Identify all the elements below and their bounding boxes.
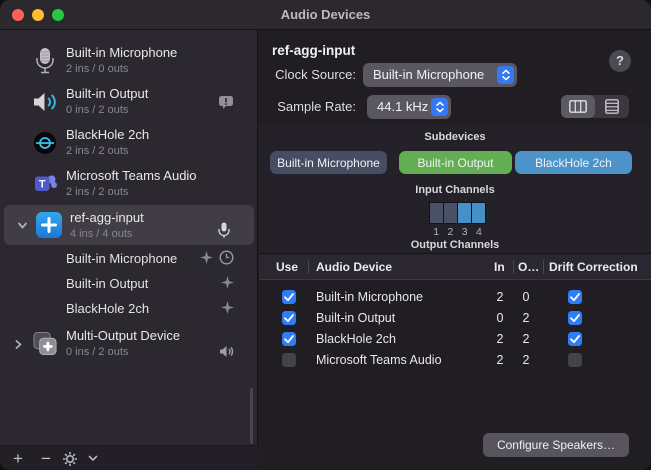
clock-source-select[interactable]: Built-in Microphone [363,63,517,87]
sidebar-subitem-built-in-microphone[interactable]: Built-in Microphone [0,247,258,272]
configure-speakers-button[interactable]: Configure Speakers… [483,433,629,457]
use-checkbox[interactable] [282,332,296,346]
sidebar-subitem-built-in-output[interactable]: Built-in Output [0,272,258,297]
titlebar: Audio Devices [0,0,651,30]
table-row[interactable]: Built-in Microphone 2 0 [259,286,651,307]
rows-icon [605,99,619,114]
table-row[interactable]: BlackHole 2ch 2 2 [259,328,651,349]
stepper-icon [497,66,514,84]
input-channel-meter [429,202,486,224]
device-name: Multi-Output Device [66,328,180,344]
sidebar-toolbar: + − [0,445,258,470]
svg-text:T: T [38,178,45,190]
sidebar-item-multi-output-device[interactable]: Multi-Output Device 0 ins / 2 outs [0,323,258,364]
multi-output-icon [32,330,58,358]
sidebar-subitem-blackhole-2ch[interactable]: BlackHole 2ch [0,297,258,322]
device-detail: 0 ins / 2 outs [66,346,180,359]
device-detail: 2 ins / 2 outs [66,186,197,199]
chevron-down-icon[interactable] [17,218,28,236]
channel-3-cell [458,203,471,223]
drift-sparkle-icon [221,276,234,294]
columns-icon [569,100,587,113]
device-detail: 4 ins / 4 outs [70,228,144,241]
col-in: In [494,260,505,274]
audio-devices-window: Audio Devices Built-in Microphone 2 ins … [0,0,651,470]
sidebar-scrollbar[interactable] [250,388,253,444]
stepper-icon [431,98,448,116]
column-view-button[interactable] [561,95,595,118]
table-row[interactable]: Built-in Output 0 2 [259,307,651,328]
sidebar-item-built-in-microphone[interactable]: Built-in Microphone 2 ins / 0 outs [0,40,258,81]
device-name: ref-agg-input [70,210,144,226]
sample-rate-select[interactable]: 44.1 kHz [367,95,451,119]
aggregate-device-icon [36,211,62,239]
chevron-right-icon[interactable] [13,337,24,355]
clock-source-label: Clock Source: [259,67,356,82]
output-channels-heading: Output Channels [259,239,651,251]
sidebar-item-built-in-output[interactable]: Built-in Output 0 ins / 2 outs [0,81,258,122]
clock-icon [219,250,234,270]
speaker-icon [32,88,58,116]
table-row[interactable]: Microsoft Teams Audio 2 2 [259,349,651,370]
help-button[interactable]: ? [609,50,631,72]
output-speaker-icon [219,345,234,358]
subdevice-pill-built-in-output[interactable]: Built-in Output [399,151,512,174]
col-out: O… [518,260,539,274]
view-toggle [561,95,629,118]
channel-numbers: 1 2 3 4 [429,226,486,238]
input-channels-heading: Input Channels [259,184,651,196]
window-title: Audio Devices [0,7,651,22]
gear-icon[interactable] [61,446,79,470]
sidebar-item-ref-agg-input[interactable]: ref-agg-input 4 ins / 4 outs [4,205,254,245]
col-use: Use [276,260,298,274]
device-detail-panel: ref-agg-input ? Clock Source: Built-in M… [259,30,651,470]
list-view-button[interactable] [595,95,629,118]
device-name: Built-in Microphone [66,45,177,61]
device-name: Built-in Output [66,86,148,102]
sidebar-item-microsoft-teams-audio[interactable]: T Microsoft Teams Audio 2 ins / 2 outs [0,163,258,204]
remove-device-button[interactable]: − [37,446,55,470]
drift-checkbox[interactable] [568,290,582,304]
drift-checkbox[interactable] [568,311,582,325]
drift-checkbox[interactable] [568,332,582,346]
channel-1-cell [430,203,443,223]
use-checkbox[interactable] [282,353,296,367]
subdevice-pill-built-in-microphone[interactable]: Built-in Microphone [270,151,387,174]
device-detail: 2 ins / 0 outs [66,63,177,76]
channel-4-cell [472,203,485,223]
alert-bubble-icon [218,95,234,109]
actions-chevron-icon[interactable] [85,446,101,470]
teams-icon: T [32,170,58,198]
device-name: BlackHole 2ch [66,127,149,143]
input-microphone-icon [218,222,230,239]
drift-sparkle-icon [221,301,234,319]
device-sidebar: Built-in Microphone 2 ins / 0 outs Built… [0,30,258,470]
device-detail: 0 ins / 2 outs [66,104,148,117]
use-checkbox[interactable] [282,311,296,325]
sample-rate-label: Sample Rate: [259,99,356,114]
sidebar-item-blackhole-2ch[interactable]: BlackHole 2ch 2 ins / 2 outs [0,122,258,163]
drift-checkbox[interactable] [568,353,582,367]
device-detail: 2 ins / 2 outs [66,145,149,158]
col-drift-correction: Drift Correction [549,260,638,274]
use-checkbox[interactable] [282,290,296,304]
channel-2-cell [444,203,457,223]
drift-sparkle-icon [200,251,213,269]
subdevices-heading: Subdevices [259,131,651,143]
col-audio-device: Audio Device [316,260,392,274]
microphone-icon [32,47,58,75]
page-title: ref-agg-input [272,43,355,58]
subdevice-pill-blackhole-2ch[interactable]: BlackHole 2ch [515,151,632,174]
blackhole-icon [32,129,58,157]
add-device-button[interactable]: + [10,446,26,470]
device-name: Microsoft Teams Audio [66,168,197,184]
table-header: Use Audio Device In O… Drift Correction [259,254,651,280]
